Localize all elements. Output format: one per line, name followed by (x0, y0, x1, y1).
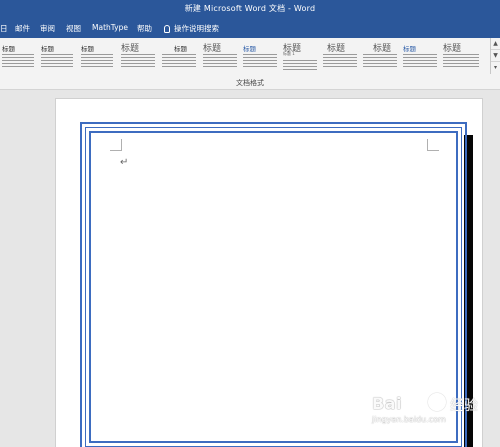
tab-partial[interactable]: 日 (0, 23, 8, 34)
paw-logo-icon (428, 393, 446, 411)
ribbon-design-panel: 标题 标题 标题 标题 标题 标题 标题 标题 标题 1 标题 标题 标题 标题… (0, 38, 500, 90)
style-thumb-1[interactable]: 标题 (0, 38, 36, 74)
gallery-up-icon[interactable]: ▲ (491, 38, 500, 50)
thumb-heading: 标题 (243, 45, 256, 53)
gallery-scroll[interactable]: ▲ ▼ ▾ (490, 38, 500, 74)
tell-me-search[interactable]: 操作说明搜索 (164, 23, 219, 34)
document-canvas[interactable]: ↵ Bai 经验 jingyan.baidu.com (0, 90, 500, 447)
ribbon-tabs: 日 邮件 审阅 视图 MathType 帮助 操作说明搜索 (0, 17, 500, 38)
style-thumb-2[interactable]: 标题 (39, 38, 75, 74)
watermark-brand-cn: 经验 (450, 398, 478, 414)
thumb-subheading: 标题 1 (283, 51, 295, 56)
style-thumb-10[interactable]: 标题 (361, 38, 399, 74)
tell-me-label: 操作说明搜索 (174, 24, 219, 33)
thumb-heading: 标题 (327, 44, 346, 54)
style-thumb-12[interactable]: 标题 (441, 38, 481, 74)
tab-help[interactable]: 帮助 (137, 23, 152, 34)
watermark-url: jingyan.baidu.com (372, 415, 446, 424)
group-label-document-formatting: 文档格式 (236, 79, 264, 87)
style-thumb-3[interactable]: 标题 (79, 38, 115, 74)
thumb-heading: 标题 (2, 45, 15, 53)
tab-review[interactable]: 审阅 (40, 23, 55, 34)
thumb-heading: 标题 (373, 44, 392, 54)
style-thumb-4[interactable]: 标题 (119, 38, 157, 74)
watermark-brand: Bai (372, 394, 402, 413)
style-thumb-9[interactable]: 标题 (321, 38, 359, 74)
style-thumb-11[interactable]: 标题 (401, 38, 439, 74)
margin-corner-top-left (110, 139, 122, 151)
thumb-heading: 标题 (174, 45, 187, 53)
margin-corner-top-right (427, 139, 439, 151)
thumb-heading: 标题 (403, 45, 416, 53)
thumb-heading: 标题 (443, 44, 462, 54)
lightbulb-icon (164, 24, 170, 33)
gallery-down-icon[interactable]: ▼ (491, 50, 500, 62)
style-thumb-7[interactable]: 标题 (241, 38, 279, 74)
gallery-more-icon[interactable]: ▾ (491, 62, 500, 74)
style-thumb-8[interactable]: 标题 标题 1 (281, 38, 319, 74)
paragraph-mark[interactable]: ↵ (120, 157, 128, 168)
thumb-heading: 标题 (121, 44, 140, 54)
baidu-watermark: Bai 经验 jingyan.baidu.com (372, 388, 494, 428)
tab-view[interactable]: 视图 (66, 23, 81, 34)
title-bar: 新建 Microsoft Word 文档 - Word (0, 0, 500, 17)
style-thumb-6[interactable]: 标题 (201, 38, 239, 74)
thumb-heading: 标题 (81, 45, 94, 53)
thumb-heading: 标题 (41, 45, 54, 53)
thumb-heading: 标题 (203, 44, 222, 54)
window-title: 新建 Microsoft Word 文档 - Word (184, 4, 316, 13)
style-thumb-5[interactable]: 标题 (160, 38, 198, 74)
tab-mailings[interactable]: 邮件 (15, 23, 30, 34)
tab-mathtype[interactable]: MathType (92, 23, 128, 32)
